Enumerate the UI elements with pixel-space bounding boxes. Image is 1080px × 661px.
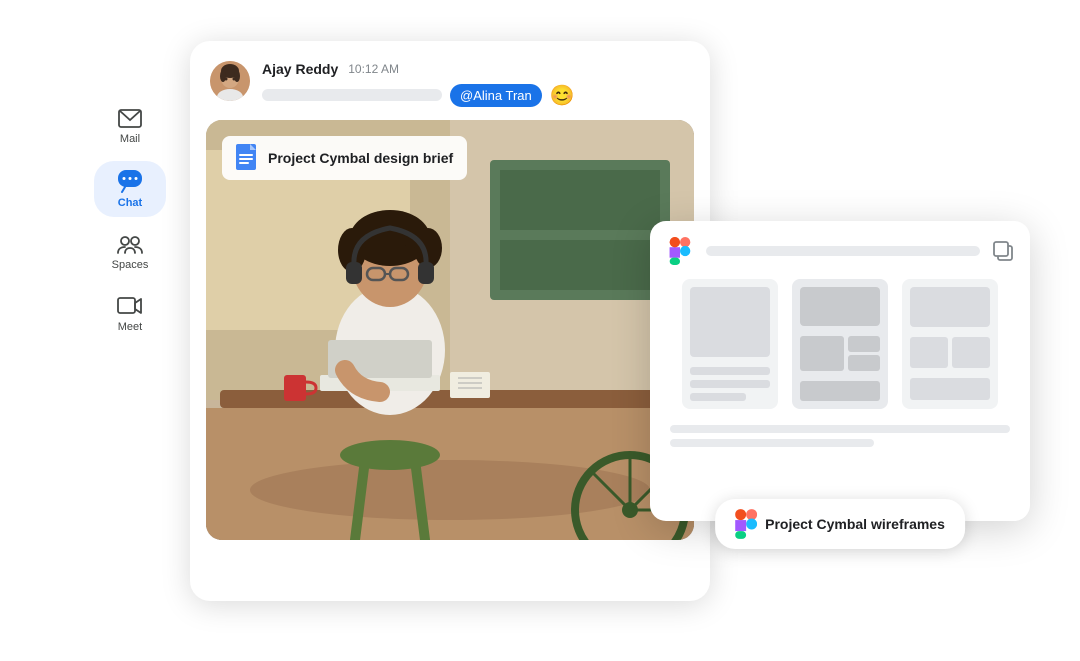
figma-label-icon: [735, 509, 757, 539]
emoji-reaction: 😊: [550, 83, 575, 108]
wireframe-1: [682, 279, 778, 409]
wireframes-area: [666, 279, 1014, 409]
wf2-mid: [800, 336, 880, 371]
spaces-icon: [116, 233, 144, 255]
wireframe-3: [902, 279, 998, 409]
wf2-top: [800, 287, 880, 327]
wf1-row1: [690, 367, 770, 375]
figma-footer-bars: [666, 425, 1014, 447]
wf2-r2: [848, 355, 880, 371]
chat-icon: [117, 169, 143, 193]
sidebar-meet-label: Meet: [118, 321, 142, 333]
wf1-top: [690, 287, 770, 357]
avatar: [210, 61, 250, 101]
wf3-cell1: [910, 337, 948, 368]
doc-label: Project Cymbal design brief: [222, 136, 467, 180]
wf1-row3: [690, 393, 746, 401]
figma-card-header: [666, 237, 1014, 265]
sidebar-item-chat[interactable]: Chat: [94, 161, 166, 217]
wireframe-2: [792, 279, 888, 409]
wf3-top: [910, 287, 990, 327]
doc-title: Project Cymbal design brief: [268, 150, 453, 166]
wf2-left: [800, 336, 844, 371]
sender-name: Ajay Reddy: [262, 61, 338, 77]
footer-bar-1: [670, 425, 1010, 433]
figma-card: Project Cymbal wireframes: [650, 221, 1030, 521]
wf2-right: [848, 336, 880, 371]
wf3-cell2: [952, 337, 990, 368]
footer-bar-2: [670, 439, 874, 447]
copy-icon: [992, 240, 1014, 262]
sidebar-chat-label: Chat: [118, 197, 142, 209]
wf2-bot: [800, 381, 880, 401]
photo-background: [206, 120, 694, 540]
figma-bottom-label: Project Cymbal wireframes: [715, 499, 965, 549]
sidebar-mail-label: Mail: [120, 133, 140, 145]
doc-preview: Project Cymbal design brief: [206, 120, 694, 540]
wf2-r1: [848, 336, 880, 352]
mention-tag: @Alina Tran: [450, 84, 542, 107]
sidebar: Mail Chat Spaces: [90, 41, 170, 621]
sidebar-spaces-label: Spaces: [112, 259, 149, 271]
figma-url-bar: [706, 246, 980, 256]
meet-icon: [117, 295, 143, 317]
message-timestamp: 10:12 AM: [348, 62, 399, 76]
wf3-bot: [910, 378, 990, 400]
message-text-bar: [262, 89, 442, 101]
wf3-mid: [910, 337, 990, 368]
mail-icon: [118, 109, 142, 129]
main-chat-card: Ajay Reddy 10:12 AM @Alina Tran 😊: [190, 41, 710, 601]
sidebar-item-meet[interactable]: Meet: [94, 287, 166, 341]
wf1-row2: [690, 380, 770, 388]
figma-logo: [666, 237, 694, 265]
message-info: Ajay Reddy 10:12 AM @Alina Tran 😊: [262, 61, 690, 108]
sidebar-item-mail[interactable]: Mail: [94, 101, 166, 153]
figma-label-text: Project Cymbal wireframes: [765, 516, 945, 532]
gdocs-icon: [236, 144, 260, 172]
chat-message-header: Ajay Reddy 10:12 AM @Alina Tran 😊: [190, 41, 710, 120]
sidebar-item-spaces[interactable]: Spaces: [94, 225, 166, 279]
